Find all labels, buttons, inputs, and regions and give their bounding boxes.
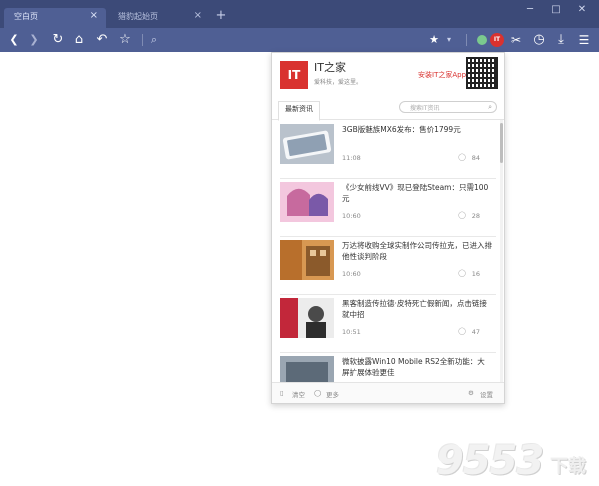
scissors-icon[interactable]: ✂ <box>508 31 524 49</box>
news-title: 微软披露Win10 Mobile RS2全新功能：大屏扩展体验更佳 <box>342 357 485 377</box>
title-bar: 空白页 × 猎豹起始页 × + ─ □ ✕ <box>0 0 599 28</box>
search-icon[interactable]: ⌕ <box>488 103 492 112</box>
clock-icon[interactable]: ◷ <box>531 31 547 49</box>
more-icon[interactable]: ◯ <box>314 389 321 397</box>
comment-count: 47 <box>471 328 480 336</box>
brand-tagline: 爱科技，爱这里。 <box>314 79 363 86</box>
clear-button[interactable]: 清空 <box>292 389 305 399</box>
ithome-extension-button[interactable]: IT <box>490 33 504 47</box>
comment-count: 84 <box>471 154 480 162</box>
qr-code <box>466 57 498 89</box>
clear-icon[interactable]: ▯ <box>280 389 284 397</box>
news-item[interactable]: 万达将收购全球实制作公司传拉克，已进入排他性谈判阶段 10:60 ◯ 16 <box>280 236 496 295</box>
news-thumbnail <box>280 298 334 338</box>
comment-count: 28 <box>471 212 480 220</box>
news-title: 万达将收购全球实制作公司传拉克，已进入排他性谈判阶段 <box>342 241 492 261</box>
favorite-icon[interactable]: ☆ <box>117 31 133 49</box>
comment-icon: ◯ <box>458 269 466 277</box>
undo-icon[interactable]: ↶ <box>94 31 110 49</box>
close-tab-icon[interactable]: × <box>90 10 98 21</box>
back-icon[interactable]: ❮ <box>6 31 22 49</box>
news-thumbnail <box>280 124 334 164</box>
news-thumbnail <box>280 182 334 222</box>
comment-icon: ◯ <box>458 153 466 161</box>
tab-start-page[interactable]: 猎豹起始页 × <box>108 8 210 28</box>
brand-name: IT之家 <box>314 61 346 74</box>
tab-blank-page[interactable]: 空白页 × <box>4 8 106 28</box>
scrollbar-thumb[interactable] <box>500 123 503 163</box>
news-title: 《少女前线VV》现已登陆Steam：只需100元 <box>342 183 489 203</box>
star-icon[interactable]: ★ <box>427 31 441 49</box>
comment-icon: ◯ <box>458 211 466 219</box>
news-time: 11:08 <box>342 154 361 162</box>
gear-icon[interactable]: ⚙ <box>468 389 474 397</box>
news-time: 10:51 <box>342 328 361 336</box>
chevron-down-icon[interactable]: ▾ <box>444 31 454 49</box>
install-app-link[interactable]: 安装IT之家App <box>418 70 466 80</box>
panel-footer: ▯ 清空 ◯ 更多 ⚙ 设置 <box>272 382 504 403</box>
ithome-logo: IT <box>280 61 308 89</box>
watermark-text: 下载 <box>550 456 586 477</box>
tab-latest-news[interactable]: 最新资讯 <box>278 101 320 121</box>
tab-label: 空白页 <box>14 12 38 21</box>
news-title: 3GB版魅族MX6发布：售价1799元 <box>342 125 461 134</box>
more-button[interactable]: 更多 <box>326 389 339 399</box>
search-placeholder: 搜索IT资讯 <box>410 105 440 112</box>
panel-tab-row: 最新资讯 搜索IT资讯 ⌕ <box>272 97 504 121</box>
ithome-popup: IT IT之家 爱科技，爱这里。 安装IT之家App 最新资讯 搜索IT资讯 ⌕… <box>271 52 505 404</box>
news-item[interactable]: 3GB版魅族MX6发布：售价1799元 11:08 ◯ 84 <box>280 120 496 179</box>
watermark-logo: 9553 <box>436 438 544 484</box>
maximize-button[interactable]: □ <box>547 2 565 18</box>
news-time: 10:60 <box>342 270 361 278</box>
comment-count: 16 <box>471 270 480 278</box>
scrollbar[interactable] <box>500 120 503 382</box>
new-tab-button[interactable]: + <box>214 8 228 24</box>
news-title: 黑客制造传拉德·皮特死亡假新闻，点击链接就中招 <box>342 299 487 319</box>
toolbar: ❮ ❯ ↻ ⌂ ↶ ☆ ⌕ ★ ▾ ✂ ◷ ⤓ ☰ <box>0 28 599 52</box>
minimize-button[interactable]: ─ <box>521 2 539 18</box>
close-window-button[interactable]: ✕ <box>573 2 591 18</box>
home-icon[interactable]: ⌂ <box>71 31 87 49</box>
refresh-icon[interactable]: ↻ <box>50 31 66 49</box>
tab-label: 猎豹起始页 <box>118 12 158 21</box>
download-icon[interactable]: ⤓ <box>553 31 569 49</box>
close-tab-icon[interactable]: × <box>194 10 202 21</box>
comment-icon: ◯ <box>458 327 466 335</box>
settings-button[interactable]: 设置 <box>480 389 493 399</box>
news-item[interactable]: 黑客制造传拉德·皮特死亡假新闻，点击链接就中招 10:51 ◯ 47 <box>280 294 496 353</box>
news-search-input[interactable]: 搜索IT资讯 ⌕ <box>399 101 497 113</box>
news-item[interactable]: 《少女前线VV》现已登陆Steam：只需100元 10:60 ◯ 28 <box>280 178 496 237</box>
toolbar-divider <box>142 34 143 46</box>
news-thumbnail <box>280 356 334 382</box>
status-dot-icon[interactable] <box>477 35 487 45</box>
search-icon: ⌕ <box>150 33 158 46</box>
news-item[interactable]: 微软披露Win10 Mobile RS2全新功能：大屏扩展体验更佳 <box>280 352 496 382</box>
menu-icon[interactable]: ☰ <box>576 31 592 49</box>
news-thumbnail <box>280 240 334 280</box>
news-time: 10:60 <box>342 212 361 220</box>
news-list: 3GB版魅族MX6发布：售价1799元 11:08 ◯ 84 《少女前线VV》现… <box>272 120 498 382</box>
forward-icon[interactable]: ❯ <box>26 31 42 49</box>
toolbar-divider <box>466 34 467 46</box>
